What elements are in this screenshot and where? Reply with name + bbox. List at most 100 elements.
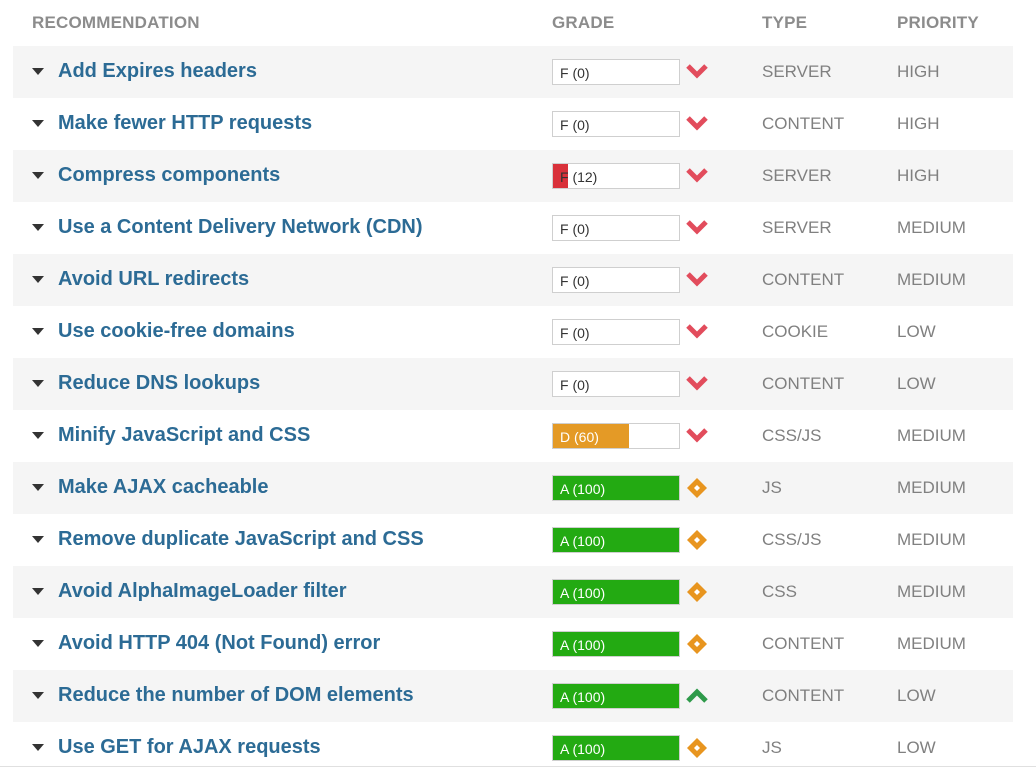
table-row[interactable]: Reduce DNS lookups F (0) CONTENT LOW bbox=[13, 358, 1013, 410]
column-header-recommendation[interactable]: RECOMMENDATION bbox=[32, 13, 200, 33]
table-row[interactable]: Compress components F (12) SERVER HIGH bbox=[13, 150, 1013, 202]
priority-value: HIGH bbox=[897, 62, 940, 81]
table-row[interactable]: Add Expires headers F (0) SERVER HIGH bbox=[13, 46, 1013, 98]
chevron-down-icon bbox=[684, 216, 710, 240]
recommendation-title[interactable]: Avoid URL redirects bbox=[58, 268, 249, 291]
chevron-down-icon bbox=[684, 60, 710, 84]
recommendation-title[interactable]: Use a Content Delivery Network (CDN) bbox=[58, 216, 423, 239]
expand-caret-icon[interactable] bbox=[32, 328, 44, 335]
priority-value: HIGH bbox=[897, 166, 940, 185]
grade-label: A (100) bbox=[560, 481, 606, 497]
expand-caret-icon[interactable] bbox=[32, 172, 44, 179]
recommendation-title[interactable]: Use cookie-free domains bbox=[58, 320, 295, 343]
recommendation-title[interactable]: Minify JavaScript and CSS bbox=[58, 424, 310, 447]
priority-value: MEDIUM bbox=[897, 530, 966, 549]
grade-bar: A (100) bbox=[552, 527, 680, 553]
recommendation-title[interactable]: Make AJAX cacheable bbox=[58, 476, 268, 499]
grade-bar: F (0) bbox=[552, 111, 680, 137]
expand-caret-icon[interactable] bbox=[32, 536, 44, 543]
recommendation-title[interactable]: Reduce the number of DOM elements bbox=[58, 684, 414, 707]
table-row[interactable]: Reduce the number of DOM elements A (100)… bbox=[13, 670, 1013, 722]
grade-label: F (0) bbox=[560, 377, 590, 393]
table-row[interactable]: Avoid AlphaImageLoader filter A (100) CSS M… bbox=[13, 566, 1013, 618]
column-header-type[interactable]: TYPE bbox=[762, 13, 807, 33]
recommendation-title[interactable]: Make fewer HTTP requests bbox=[58, 112, 312, 135]
grade-label: F (0) bbox=[560, 221, 590, 237]
chevron-down-icon bbox=[684, 320, 710, 344]
grade-bar: A (100) bbox=[552, 683, 680, 709]
priority-value: MEDIUM bbox=[897, 478, 966, 497]
table-row[interactable]: Use a Content Delivery Network (CDN) F (0… bbox=[13, 202, 1013, 254]
chevron-down-icon bbox=[684, 268, 710, 292]
type-value: CSS bbox=[762, 582, 797, 601]
type-value: CONTENT bbox=[762, 686, 845, 705]
type-value: CONTENT bbox=[762, 114, 845, 133]
priority-value: MEDIUM bbox=[897, 270, 966, 289]
chevron-up-icon bbox=[684, 684, 710, 708]
table-header: RECOMMENDATION GRADE TYPE PRIORITY bbox=[13, 0, 1013, 46]
grade-label: F (12) bbox=[560, 169, 598, 185]
table-row[interactable]: Use cookie-free domains F (0) COOKIE LOW bbox=[13, 306, 1013, 358]
grade-label: A (100) bbox=[560, 637, 606, 653]
grade-label: F (0) bbox=[560, 117, 590, 133]
grade-label: D (60) bbox=[560, 429, 599, 445]
table-body: Add Expires headers F (0) SERVER HIGH Make f… bbox=[13, 46, 1013, 774]
type-value: SERVER bbox=[762, 218, 832, 237]
divider bbox=[0, 766, 1036, 767]
grade-label: A (100) bbox=[560, 689, 606, 705]
priority-value: LOW bbox=[897, 686, 936, 705]
recommendation-title[interactable]: Use GET for AJAX requests bbox=[58, 736, 321, 759]
expand-caret-icon[interactable] bbox=[32, 692, 44, 699]
grade-bar: F (0) bbox=[552, 59, 680, 85]
table-row[interactable]: Remove duplicate JavaScript and CSS A (10… bbox=[13, 514, 1013, 566]
diamond-icon bbox=[684, 736, 710, 760]
recommendations-table: RECOMMENDATION GRADE TYPE PRIORITY Add E… bbox=[13, 0, 1013, 774]
type-value: COOKIE bbox=[762, 322, 829, 341]
table-row[interactable]: Avoid URL redirects F (0) CONTENT MEDIUM bbox=[13, 254, 1013, 306]
expand-caret-icon[interactable] bbox=[32, 120, 44, 127]
grade-label: A (100) bbox=[560, 585, 606, 601]
recommendation-title[interactable]: Compress components bbox=[58, 164, 280, 187]
grade-bar: F (0) bbox=[552, 319, 680, 345]
type-value: CONTENT bbox=[762, 270, 845, 289]
recommendation-title[interactable]: Avoid AlphaImageLoader filter bbox=[58, 580, 347, 603]
column-header-priority[interactable]: PRIORITY bbox=[897, 13, 979, 33]
expand-caret-icon[interactable] bbox=[32, 68, 44, 75]
table-row[interactable]: Minify JavaScript and CSS D (60) CSS/JS MED… bbox=[13, 410, 1013, 462]
diamond-icon bbox=[684, 528, 710, 552]
type-value: JS bbox=[762, 478, 782, 497]
expand-caret-icon[interactable] bbox=[32, 380, 44, 387]
table-row[interactable]: Avoid HTTP 404 (Not Found) error A (100) C… bbox=[13, 618, 1013, 670]
type-value: CONTENT bbox=[762, 374, 845, 393]
priority-value: MEDIUM bbox=[897, 218, 966, 237]
expand-caret-icon[interactable] bbox=[32, 276, 44, 283]
type-value: CSS/JS bbox=[762, 426, 822, 445]
recommendation-title[interactable]: Add Expires headers bbox=[58, 60, 257, 83]
expand-caret-icon[interactable] bbox=[32, 744, 44, 751]
diamond-icon bbox=[684, 632, 710, 656]
type-value: SERVER bbox=[762, 166, 832, 185]
expand-caret-icon[interactable] bbox=[32, 640, 44, 647]
table-row[interactable]: Make fewer HTTP requests F (0) CONTENT HIGH bbox=[13, 98, 1013, 150]
grade-bar: F (0) bbox=[552, 267, 680, 293]
priority-value: MEDIUM bbox=[897, 582, 966, 601]
expand-caret-icon[interactable] bbox=[32, 224, 44, 231]
grade-bar: F (0) bbox=[552, 371, 680, 397]
priority-value: MEDIUM bbox=[897, 634, 966, 653]
column-header-grade[interactable]: GRADE bbox=[552, 13, 614, 33]
expand-caret-icon[interactable] bbox=[32, 588, 44, 595]
grade-bar: A (100) bbox=[552, 631, 680, 657]
recommendation-title[interactable]: Remove duplicate JavaScript and CSS bbox=[58, 528, 424, 551]
type-value: CSS/JS bbox=[762, 530, 822, 549]
expand-caret-icon[interactable] bbox=[32, 484, 44, 491]
grade-label: F (0) bbox=[560, 325, 590, 341]
expand-caret-icon[interactable] bbox=[32, 432, 44, 439]
grade-bar: A (100) bbox=[552, 579, 680, 605]
recommendation-title[interactable]: Avoid HTTP 404 (Not Found) error bbox=[58, 632, 380, 655]
grade-label: F (0) bbox=[560, 65, 590, 81]
grade-bar: A (100) bbox=[552, 735, 680, 761]
grade-label: F (0) bbox=[560, 273, 590, 289]
table-row[interactable]: Make AJAX cacheable A (100) JS MEDIUM bbox=[13, 462, 1013, 514]
diamond-icon bbox=[684, 580, 710, 604]
recommendation-title[interactable]: Reduce DNS lookups bbox=[58, 372, 260, 395]
